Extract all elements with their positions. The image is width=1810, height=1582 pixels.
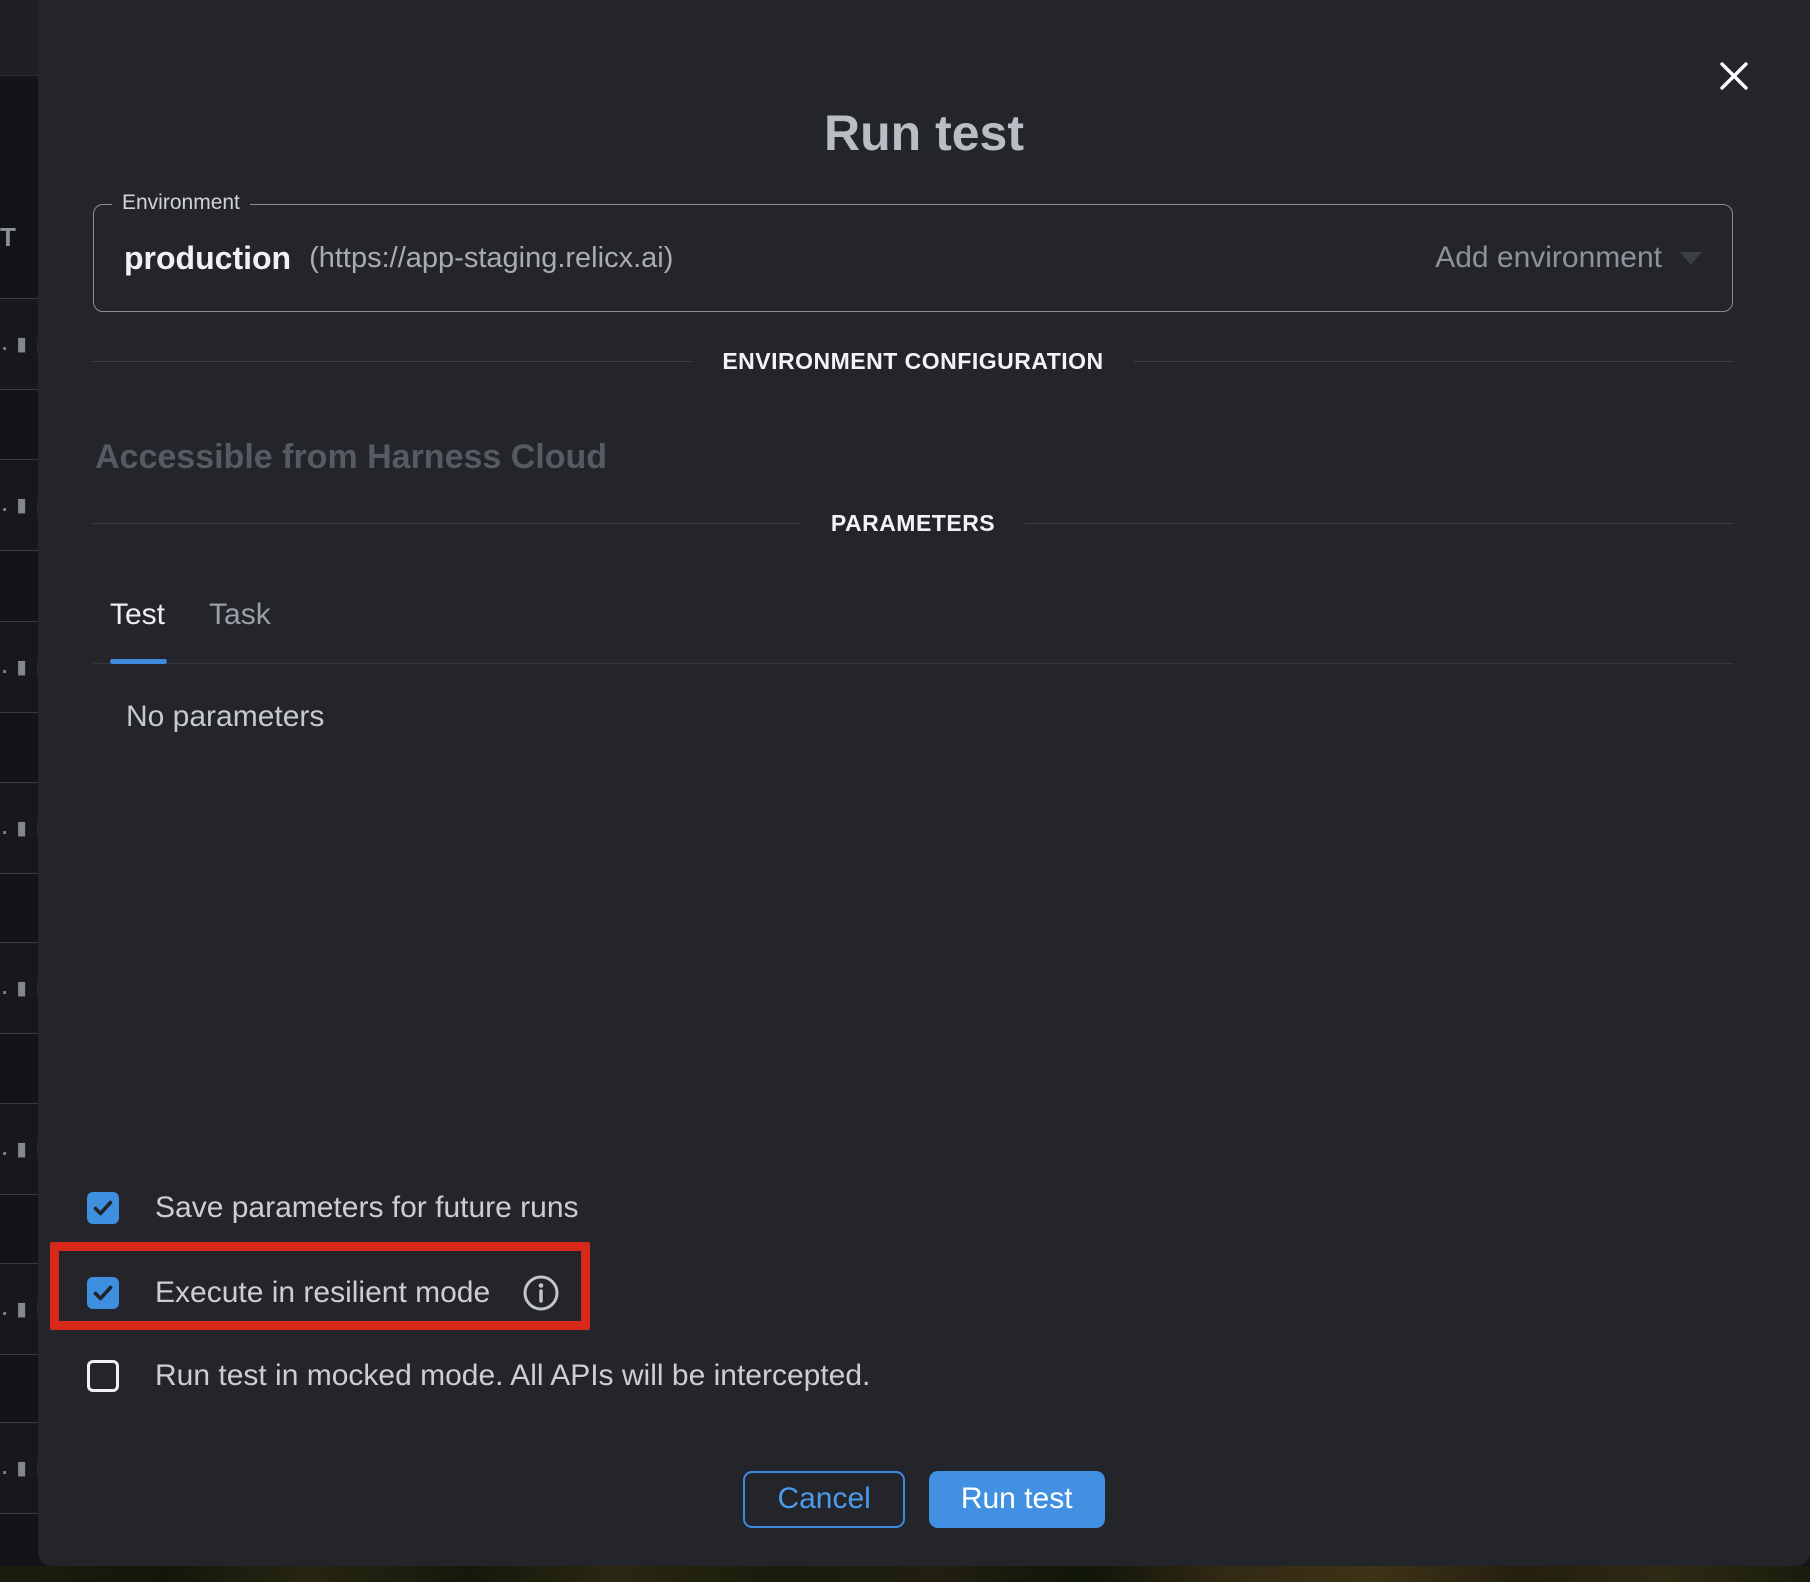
left-strip-top-block (0, 0, 38, 76)
left-strip-row: . ▮ ▮ (0, 1103, 38, 1195)
accessible-note: Accessible from Harness Cloud (95, 438, 607, 477)
environment-value: production (124, 240, 291, 277)
info-icon[interactable] (522, 1274, 560, 1312)
parameters-divider: PARAMETERS (93, 510, 1733, 536)
option-label: Run test in mocked mode. All APIs will b… (155, 1359, 870, 1393)
environment-configuration-divider: ENVIRONMENT CONFIGURATION (93, 348, 1733, 374)
environment-row: production (https://app-staging.relicx.a… (124, 205, 1702, 311)
add-environment-label: Add environment (1435, 241, 1662, 275)
left-strip-row: . ▮ ▮ (0, 782, 38, 874)
left-strip-text-fragment: T (0, 222, 38, 253)
left-strip-row-fragment: . ▮ ▮ (0, 1457, 38, 1480)
page-title: Run test (38, 104, 1810, 162)
add-environment-button[interactable]: Add environment (1435, 241, 1702, 275)
checkmark-icon (91, 1196, 115, 1220)
checkbox-checked[interactable] (87, 1277, 119, 1309)
cancel-button[interactable]: Cancel (743, 1471, 904, 1528)
environment-url: (https://app-staging.relicx.ai) (309, 242, 673, 275)
checkmark-icon (91, 1281, 115, 1305)
run-test-modal: Run test Environment production (https:/… (38, 0, 1810, 1566)
left-strip: T . ▮ ▮ . ▮ ▮ . ▮ ▮ . ▮ ▮ . ▮ ▮ . ▮ ▮ . … (0, 0, 38, 1582)
divider-line (1025, 523, 1733, 524)
left-strip-row: . ▮ ▮ (0, 942, 38, 1034)
option-label: Save parameters for future runs (155, 1191, 579, 1225)
modal-footer: Cancel Run test (38, 1470, 1810, 1528)
save-parameters-option[interactable]: Save parameters for future runs (87, 1188, 579, 1228)
left-strip-row: . ▮ ▮ (0, 621, 38, 713)
tab-test[interactable]: Test (110, 598, 165, 632)
environment-fieldset: Environment production (https://app-stag… (93, 204, 1733, 312)
left-strip-row: . ▮ ▮ (0, 459, 38, 551)
close-icon (1716, 58, 1752, 94)
close-button[interactable] (1716, 58, 1752, 94)
left-strip-row: . ▮ ▮ (0, 298, 38, 390)
left-strip-row: . ▮ ▮ (0, 1422, 38, 1514)
checkbox-checked[interactable] (87, 1192, 119, 1224)
checkbox-unchecked[interactable] (87, 1360, 119, 1392)
active-tab-underline (110, 659, 167, 664)
left-strip-row: . ▮ ▮ (0, 1263, 38, 1355)
chevron-down-icon (1680, 252, 1702, 265)
parameters-heading: PARAMETERS (831, 510, 995, 537)
divider-line (1134, 361, 1733, 362)
divider-line (93, 361, 692, 362)
tabs-bottom-border (93, 663, 1733, 664)
left-strip-row-fragment: . ▮ ▮ (0, 656, 38, 679)
left-strip-row-fragment: . ▮ ▮ (0, 1298, 38, 1321)
left-strip-row-fragment: . ▮ ▮ (0, 1138, 38, 1161)
environment-configuration-heading: ENVIRONMENT CONFIGURATION (722, 348, 1103, 375)
mocked-mode-option[interactable]: Run test in mocked mode. All APIs will b… (87, 1356, 870, 1396)
left-strip-row-fragment: . ▮ ▮ (0, 494, 38, 517)
left-strip-row-fragment: . ▮ ▮ (0, 333, 38, 356)
left-strip-row-fragment: . ▮ ▮ (0, 817, 38, 840)
run-test-button[interactable]: Run test (929, 1471, 1105, 1528)
parameters-tabs: Test Task (110, 598, 271, 632)
divider-line (93, 523, 801, 524)
left-strip-row-fragment: . ▮ ▮ (0, 977, 38, 1000)
background-photo-strip (0, 1566, 1810, 1582)
option-label: Execute in resilient mode (155, 1276, 490, 1310)
tab-task[interactable]: Task (209, 598, 271, 632)
resilient-mode-option[interactable]: Execute in resilient mode (87, 1273, 560, 1313)
no-parameters-text: No parameters (126, 700, 324, 734)
